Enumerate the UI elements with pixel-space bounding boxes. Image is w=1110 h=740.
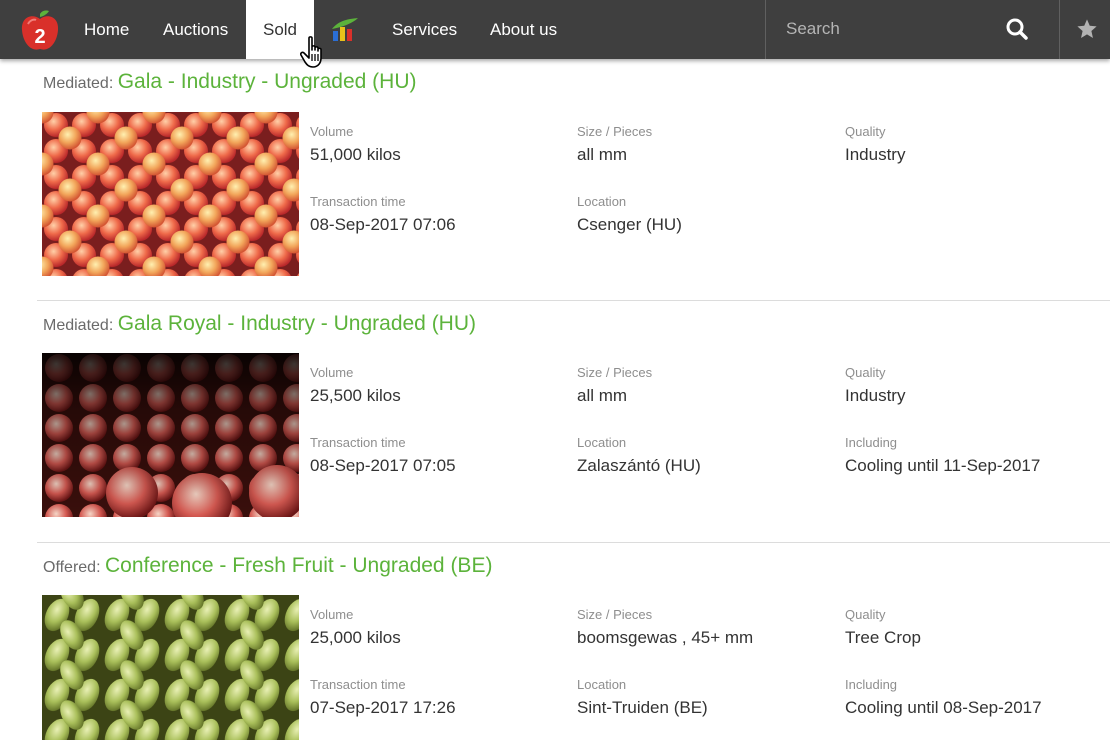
quality-field: Quality Industry	[845, 124, 905, 165]
volume-label: Volume	[310, 124, 354, 139]
listing-prefix: Offered:	[43, 559, 101, 576]
search-icon[interactable]	[1006, 18, 1028, 40]
location-label: Location	[577, 677, 627, 692]
apple-logo-icon[interactable]: 2	[20, 10, 60, 52]
nav-services[interactable]: Services	[392, 0, 457, 59]
location-label: Location	[577, 435, 627, 450]
chart-icon[interactable]	[331, 17, 359, 43]
listing-title: Offered: Conference - Fresh Fruit - Ungr…	[43, 554, 492, 578]
location-value: Csenger (HU)	[577, 215, 682, 234]
listing-divider	[37, 542, 1110, 543]
including-field: Including Cooling until 11-Sep-2017	[845, 435, 1040, 476]
volume-field: Volume 25,500 kilos	[310, 365, 401, 406]
location-field: Location Csenger (HU)	[577, 194, 682, 235]
location-field: Location Sint-Truiden (BE)	[577, 677, 708, 718]
listing-prefix: Mediated:	[43, 75, 114, 92]
transaction-time-field: Transaction time 08-Sep-2017 07:06	[310, 194, 456, 235]
product-image[interactable]	[42, 595, 299, 740]
nav-about-us[interactable]: About us	[490, 0, 557, 59]
listing-title-link[interactable]: Gala Royal - Industry - Ungraded (HU)	[118, 312, 476, 335]
volume-value: 51,000 kilos	[310, 145, 401, 164]
quality-field: Quality Tree Crop	[845, 607, 921, 648]
volume-label: Volume	[310, 365, 354, 380]
location-value: Sint-Truiden (BE)	[577, 698, 708, 717]
size-value: boomsgewas , 45+ mm	[577, 628, 754, 647]
quality-field: Quality Industry	[845, 365, 905, 406]
star-icon[interactable]	[1076, 18, 1098, 40]
top-navbar: 2 Home Auctions Sold Services About us	[0, 0, 1110, 59]
size-label: Size / Pieces	[577, 124, 653, 139]
volume-label: Volume	[310, 607, 354, 622]
transaction-time-label: Transaction time	[310, 677, 406, 692]
product-image[interactable]	[42, 353, 299, 517]
quality-label: Quality	[845, 124, 886, 139]
transaction-time-field: Transaction time 07-Sep-2017 17:26	[310, 677, 456, 718]
including-label: Including	[845, 677, 898, 692]
including-value: Cooling until 08-Sep-2017	[845, 698, 1042, 717]
transaction-time-label: Transaction time	[310, 194, 406, 209]
listing-title-link[interactable]: Gala - Industry - Ungraded (HU)	[118, 70, 417, 93]
volume-field: Volume 25,000 kilos	[310, 607, 401, 648]
size-field: Size / Pieces boomsgewas , 45+ mm	[577, 607, 753, 648]
transaction-time-value: 08-Sep-2017 07:06	[310, 215, 456, 234]
hand-pointer-cursor-icon	[299, 36, 330, 70]
size-value: all mm	[577, 145, 628, 164]
including-field: Including Cooling until 08-Sep-2017	[845, 677, 1042, 718]
listing-prefix: Mediated:	[43, 317, 114, 334]
search-input[interactable]	[786, 14, 1006, 44]
logo-number: 2	[34, 26, 45, 48]
listing-title: Mediated: Gala - Industry - Ungraded (HU…	[43, 70, 417, 94]
listing-title-link[interactable]: Conference - Fresh Fruit - Ungraded (BE)	[105, 554, 492, 577]
size-value: all mm	[577, 386, 628, 405]
listing-title: Mediated: Gala Royal - Industry - Ungrad…	[43, 312, 476, 336]
volume-value: 25,000 kilos	[310, 628, 401, 647]
size-label: Size / Pieces	[577, 365, 653, 380]
including-label: Including	[845, 435, 898, 450]
volume-value: 25,500 kilos	[310, 386, 401, 405]
size-field: Size / Pieces all mm	[577, 365, 652, 406]
quality-value: Industry	[845, 145, 906, 164]
quality-value: Tree Crop	[845, 628, 921, 647]
location-value: Zalaszántó (HU)	[577, 456, 701, 475]
location-field: Location Zalaszántó (HU)	[577, 435, 701, 476]
quality-value: Industry	[845, 386, 906, 405]
transaction-time-value: 07-Sep-2017 17:26	[310, 698, 456, 717]
listing-divider	[37, 300, 1110, 301]
search-box	[765, 0, 1060, 59]
nav-home[interactable]: Home	[84, 0, 129, 59]
transaction-time-value: 08-Sep-2017 07:05	[310, 456, 456, 475]
quality-label: Quality	[845, 607, 886, 622]
including-value: Cooling until 11-Sep-2017	[845, 456, 1041, 475]
size-field: Size / Pieces all mm	[577, 124, 652, 165]
location-label: Location	[577, 194, 627, 209]
volume-field: Volume 51,000 kilos	[310, 124, 401, 165]
transaction-time-field: Transaction time 08-Sep-2017 07:05	[310, 435, 456, 476]
transaction-time-label: Transaction time	[310, 435, 406, 450]
nav-auctions[interactable]: Auctions	[163, 0, 228, 59]
product-image[interactable]	[42, 112, 299, 276]
quality-label: Quality	[845, 365, 886, 380]
size-label: Size / Pieces	[577, 607, 653, 622]
